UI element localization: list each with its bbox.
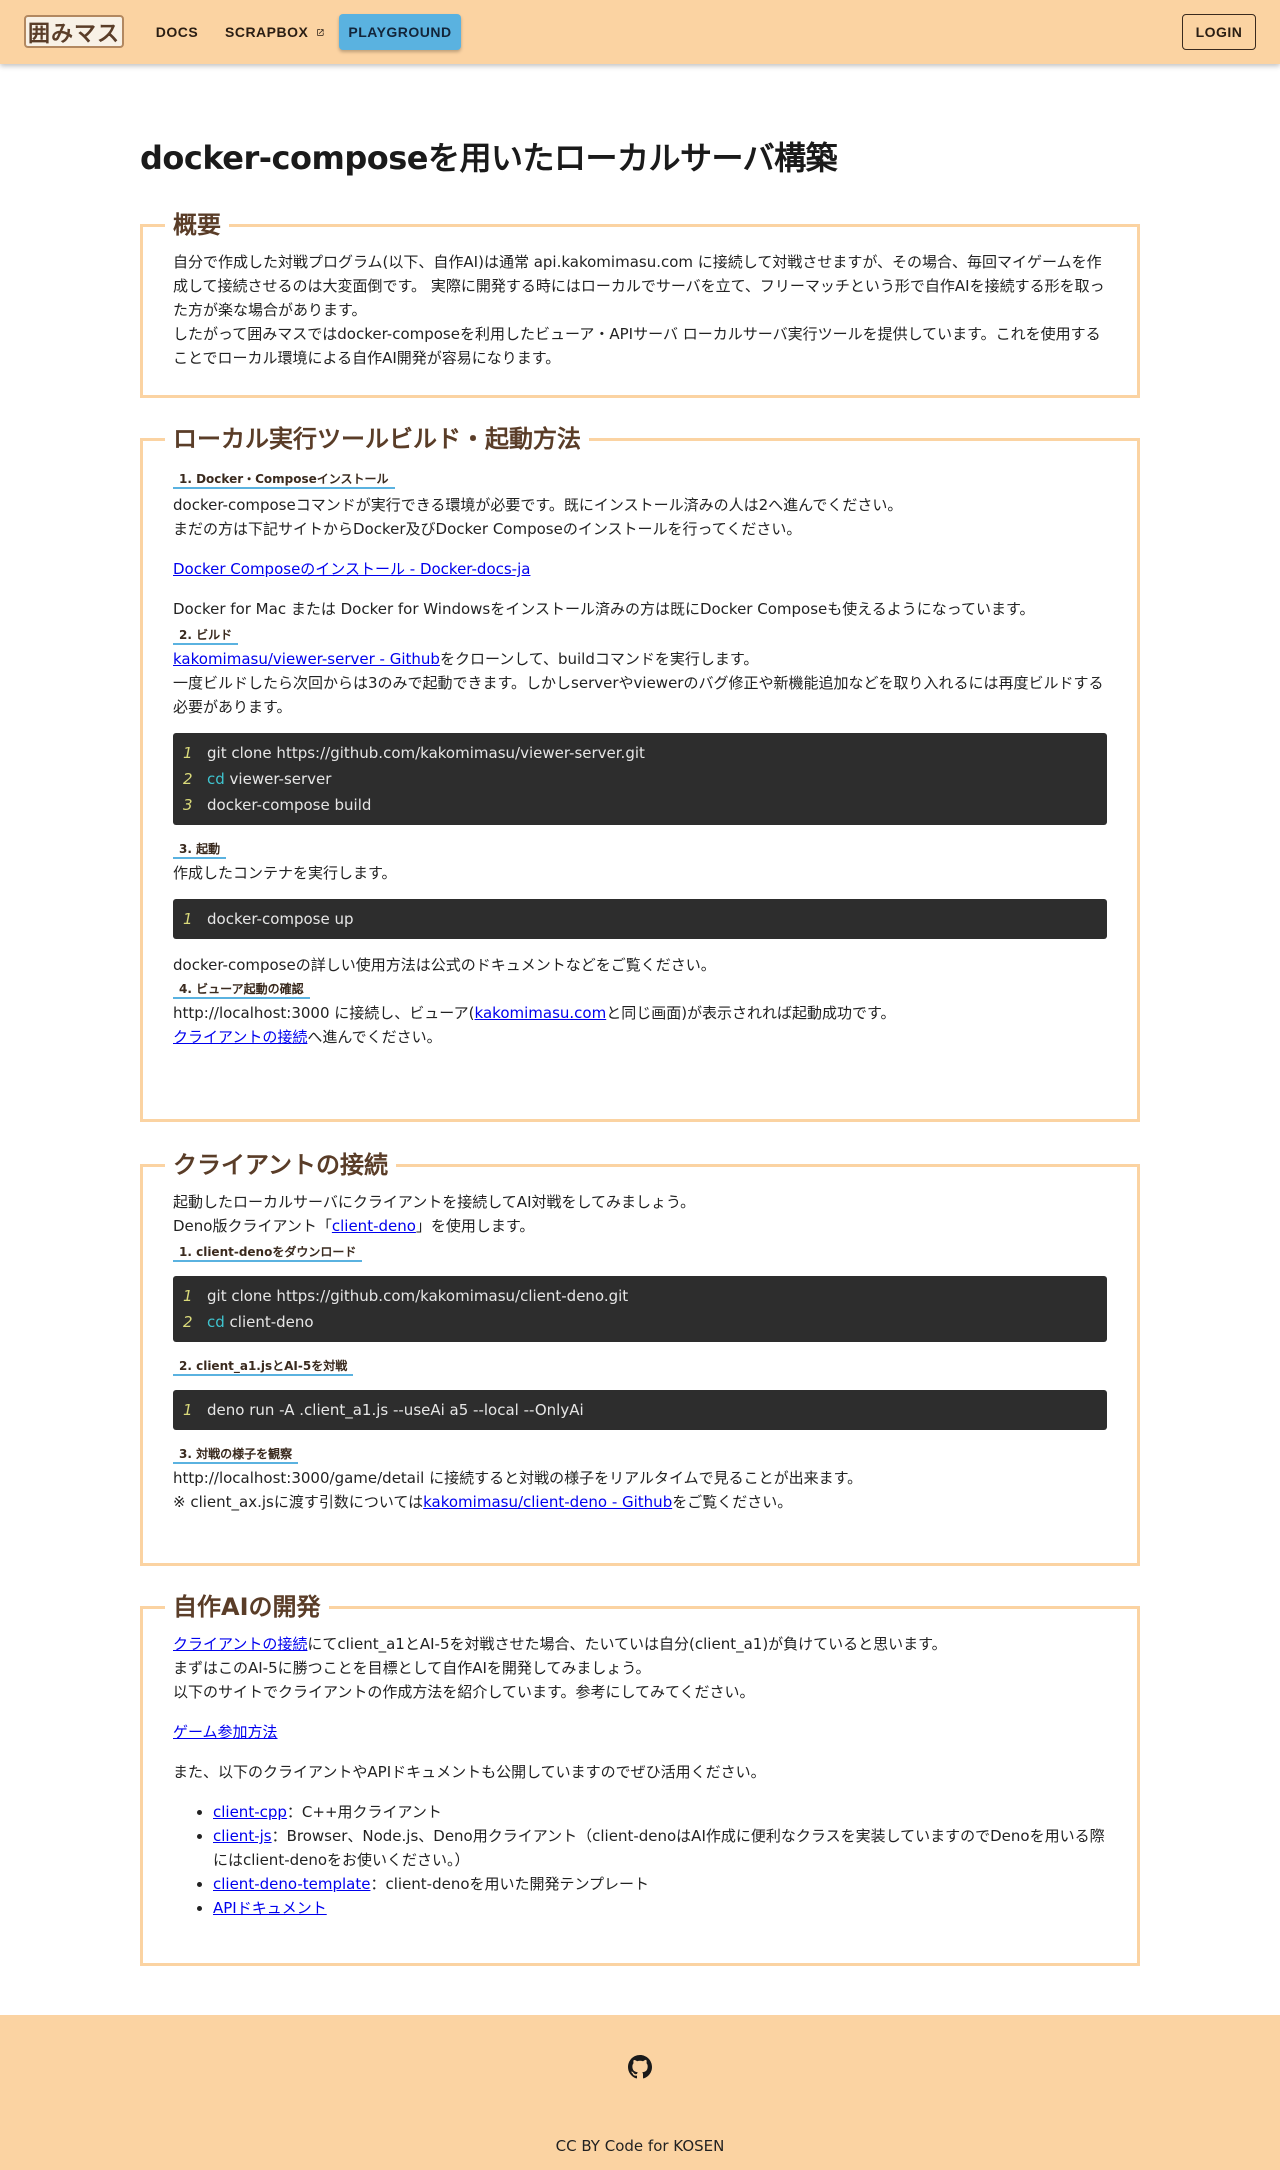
client-step1-heading: 1. client-denoをダウンロード [173, 1244, 363, 1262]
step1-line-1: docker-composeコマンドが実行できる環境が必要です。既にインストール… [173, 496, 903, 514]
list-item: client-js：Browser、Node.js、Deno用クライアント（cl… [213, 1824, 1107, 1872]
code-line: 1 git clone https://github.com/kakomimasu… [183, 744, 645, 762]
step3-heading: 3. 起動 [173, 841, 227, 859]
client-line-2a: Deno版クライアント「 [173, 1217, 332, 1235]
client-cpp-link[interactable]: client-cpp [213, 1803, 287, 1821]
step1-note: Docker for Mac または Docker for Windowsをイン… [173, 600, 1035, 618]
code-line: 1 git clone https://github.com/kakomimasu… [183, 1287, 629, 1305]
docker-compose-install-link[interactable]: Docker Composeのインストール - Docker-docs-ja [173, 560, 530, 578]
build-legend: ローカル実行ツールビルド・起動方法 [173, 425, 581, 453]
step2-text-2: 一度ビルドしたら次回からは3のみで起動できます。しかしserverやviewer… [173, 674, 1104, 716]
overview-paragraph-2: したがって囲みマスではdocker-composeを利用したビューア・APIサー… [173, 325, 1101, 367]
code-line: 1 deno run -A .client_a1.js --useAi a5 --… [183, 1401, 584, 1419]
viewer-server-github-link[interactable]: kakomimasu/viewer-server - Github [173, 650, 440, 668]
dev-text-2: まずはこのAI-5に勝つことを目標として自作AIを開発してみましょう。 [173, 1659, 651, 1677]
nav-scrapbox-label: SCRAPBOX [225, 24, 309, 40]
game-join-link[interactable]: ゲーム参加方法 [173, 1723, 278, 1741]
step4-text-2: と同じ画面)が表示されれば起動成功です。 [606, 1004, 896, 1022]
build-section: ローカル実行ツールビルド・起動方法 1. Docker・Composeインストー… [140, 424, 1140, 1122]
page-title: docker-composeを用いたローカルサーバ構築 [140, 139, 838, 177]
client-line-1: 起動したローカルサーバにクライアントを接続してAI対戦をしてみましょう。 [173, 1193, 696, 1211]
api-docs-link[interactable]: APIドキュメント [213, 1899, 327, 1917]
client-legend: クライアントの接続 [173, 1151, 389, 1179]
client-step3-heading: 3. 対戦の様子を観察 [173, 1446, 299, 1464]
login-button[interactable]: LOGIN [1182, 14, 1256, 50]
code-line: 2 cd client-deno [183, 1313, 314, 1331]
client-deno-github-link[interactable]: kakomimasu/client-deno - Github [423, 1493, 672, 1511]
client-step2-heading: 2. client_a1.jsとAI-5を対戦 [173, 1358, 354, 1376]
kakomimasu-link[interactable]: kakomimasu.com [475, 1004, 607, 1022]
dev-text-4: また、以下のクライアントやAPIドキュメントも公開していますのでぜひ活用ください… [173, 1763, 766, 1781]
client-step3-line-2b: をご覧ください。 [672, 1493, 793, 1511]
client-connect-link-2[interactable]: クライアントの接続 [173, 1635, 307, 1653]
ai-dev-legend: 自作AIの開発 [173, 1593, 321, 1621]
run-code-block: 1 docker-compose up [173, 899, 1107, 939]
list-item: APIドキュメント [213, 1896, 1107, 1920]
step4-text-3: へ進んでください。 [307, 1028, 442, 1046]
list-item: client-deno-template：client-denoを用いた開発テン… [213, 1872, 1107, 1896]
client-js-link[interactable]: client-js [213, 1827, 272, 1845]
client-step3-line-1: http://localhost:3000/game/detail に接続すると… [173, 1469, 863, 1487]
step3-after: docker-composeの詳しい使用方法は公式のドキュメントなどをご覧くださ… [173, 956, 716, 974]
overview-legend: 概要 [173, 211, 221, 239]
step2-heading: 2. ビルド [173, 627, 239, 645]
step4-heading: 4. ビューア起動の確認 [173, 981, 310, 999]
dev-text-3: 以下のサイトでクライアントの作成方法を紹介しています。参考にしてみてください。 [173, 1683, 755, 1701]
step3-text: 作成したコンテナを実行します。 [173, 864, 397, 882]
external-link-icon [317, 28, 324, 36]
client-section: クライアントの接続 起動したローカルサーバにクライアントを接続してAI対戦をして… [140, 1150, 1140, 1566]
overview-section: 概要 自分で作成した対戦プログラム(以下、自作AI)は通常 api.kakomi… [140, 210, 1140, 398]
code-line: 1 docker-compose up [183, 910, 354, 928]
resource-list: client-cpp：C++用クライアント client-js：Browser、… [173, 1800, 1107, 1920]
client-connect-link[interactable]: クライアントの接続 [173, 1028, 307, 1046]
code-line: 3 docker-compose build [183, 796, 372, 814]
step4-text-1: http://localhost:3000 に接続し、ビューア( [173, 1004, 475, 1022]
github-icon[interactable] [628, 2055, 652, 2079]
overview-paragraph-1: 自分で作成した対戦プログラム(以下、自作AI)は通常 api.kakomimas… [173, 253, 1105, 319]
ai-dev-section: 自作AIの開発 クライアントの接続にてclient_a1とAI-5を対戦させた場… [140, 1592, 1140, 1966]
client-battle-code-block: 1 deno run -A .client_a1.js --useAi a5 --… [173, 1390, 1107, 1430]
list-item: client-cpp：C++用クライアント [213, 1800, 1107, 1824]
client-line-2b: 」を使用します。 [415, 1217, 535, 1235]
build-code-block: 1 git clone https://github.com/kakomimasu… [173, 733, 1107, 825]
client-deno-link[interactable]: client-deno [332, 1217, 416, 1235]
app-header: 囲みマス DOCS SCRAPBOX PLAYGROUND LOGIN [0, 0, 1280, 64]
client-step3-line-2a: ※ client_ax.jsに渡す引数については [173, 1493, 424, 1511]
nav-playground-button[interactable]: PLAYGROUND [339, 14, 461, 50]
step1-heading: 1. Docker・Composeインストール [173, 471, 395, 489]
footer-license: CC BY Code for KOSEN [555, 2137, 725, 2155]
nav-scrapbox-button[interactable]: SCRAPBOX [215, 14, 335, 50]
dev-text-1: にてclient_a1とAI-5を対戦させた場合、たいていは自分(client_… [307, 1635, 947, 1653]
nav-docs-button[interactable]: DOCS [148, 14, 206, 50]
client-deno-template-link[interactable]: client-deno-template [213, 1875, 370, 1893]
step2-text-1: をクローンして、buildコマンドを実行します。 [439, 650, 759, 668]
code-line: 2 cd viewer-server [183, 770, 332, 788]
logo[interactable]: 囲みマス [24, 15, 124, 48]
footer: CC BY Code for KOSEN [0, 2015, 1280, 2170]
step1-line-2: まだの方は下記サイトからDocker及びDocker Composeのインストー… [173, 520, 802, 538]
client-download-code-block: 1 git clone https://github.com/kakomimasu… [173, 1276, 1107, 1342]
